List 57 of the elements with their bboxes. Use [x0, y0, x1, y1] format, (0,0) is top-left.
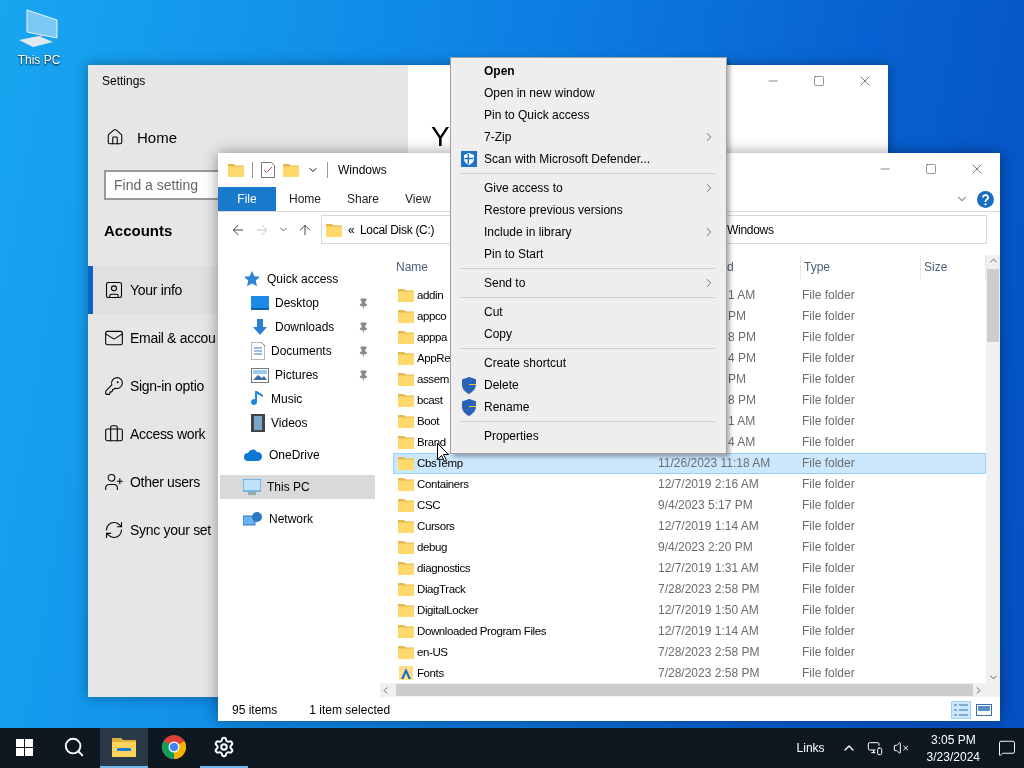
type-cell-text: File folder	[802, 665, 856, 680]
name-cell: CbsTemp	[394, 456, 658, 471]
date-cell-text: 1 AM	[727, 288, 757, 303]
date-cell-text: 12/7/2019 1:14 AM	[658, 518, 760, 533]
name-cell: Downloaded Program Files	[394, 623, 658, 638]
type-cell-text: File folder	[802, 560, 856, 575]
desktop-icon-label: This PC	[17, 53, 61, 67]
name-cell: CSC	[394, 497, 658, 512]
type-cell-text: File folder	[802, 539, 856, 554]
window-title: Windows	[338, 163, 387, 177]
date-cell-text: 8 PM	[727, 393, 757, 408]
date-cell-text: 12/7/2019 1:31 AM	[658, 560, 760, 575]
name-cell: diagnostics	[394, 560, 658, 575]
date-cell-text: 4 PM	[727, 351, 757, 366]
type-cell-text: File folder	[802, 602, 856, 617]
type-cell-text: File folder	[802, 372, 856, 387]
type-cell-text: File folder	[802, 497, 856, 512]
type-cell-text: File folder	[802, 581, 856, 596]
date-cell-text: 12/7/2019 1:14 AM	[658, 623, 760, 638]
name-cell: Fonts	[394, 665, 658, 680]
date-cell-text: 9/4/2023 2:20 PM	[658, 539, 754, 554]
name-cell: Containers	[394, 477, 658, 491]
type-cell-text: File folder	[802, 435, 856, 450]
type-cell-text: File folder	[802, 309, 856, 324]
name-cell: Cursors	[394, 518, 658, 533]
type-cell-text: File folder	[802, 518, 856, 533]
date-cell-text: 7/28/2023 2:58 PM	[658, 665, 761, 680]
type-cell-text: File folder	[802, 393, 856, 408]
name-cell: en-US	[394, 644, 658, 659]
type-cell-text: File folder	[802, 351, 856, 366]
window-title: Settings	[102, 74, 147, 90]
date-cell-text: 9/4/2023 5:17 PM	[658, 497, 754, 512]
name-cell: DigitalLocker	[394, 602, 658, 617]
type-cell-text: File folder	[802, 288, 856, 303]
type-cell-text: File folder	[802, 414, 856, 429]
overflow-mark: «	[348, 222, 356, 237]
selection-count: 1 item selected	[309, 703, 391, 717]
type-cell-text: File folder	[802, 330, 856, 345]
type-cell-text: File folder	[802, 644, 856, 659]
section-title: Accounts	[104, 221, 173, 241]
date-cell-text: 7/28/2023 2:58 PM	[658, 581, 761, 596]
date-cell-text: 4 AM	[727, 435, 757, 450]
page-heading: Y	[431, 120, 450, 154]
type-cell-text: File folder	[802, 456, 856, 471]
type-cell-text: File folder	[802, 623, 856, 638]
name-cell: debug	[394, 539, 658, 554]
type-cell-text: File folder	[802, 477, 856, 491]
name-cell: DiagTrack	[394, 581, 658, 596]
date-cell-text: 12/7/2019 1:50 AM	[658, 602, 760, 617]
date-cell-text: 8 PM	[727, 330, 757, 345]
date-cell-text: 1 AM	[727, 414, 757, 429]
date-cell-text: 11/26/2023 11:18 AM	[658, 456, 772, 471]
date-cell-text: 7/28/2023 2:58 PM	[658, 644, 761, 659]
date-cell-text: 12/7/2019 2:16 AM	[658, 477, 760, 491]
date-cell-text: PM	[727, 372, 747, 387]
date-cell-text: PM	[727, 309, 747, 324]
item-count: 95 items	[232, 703, 278, 717]
